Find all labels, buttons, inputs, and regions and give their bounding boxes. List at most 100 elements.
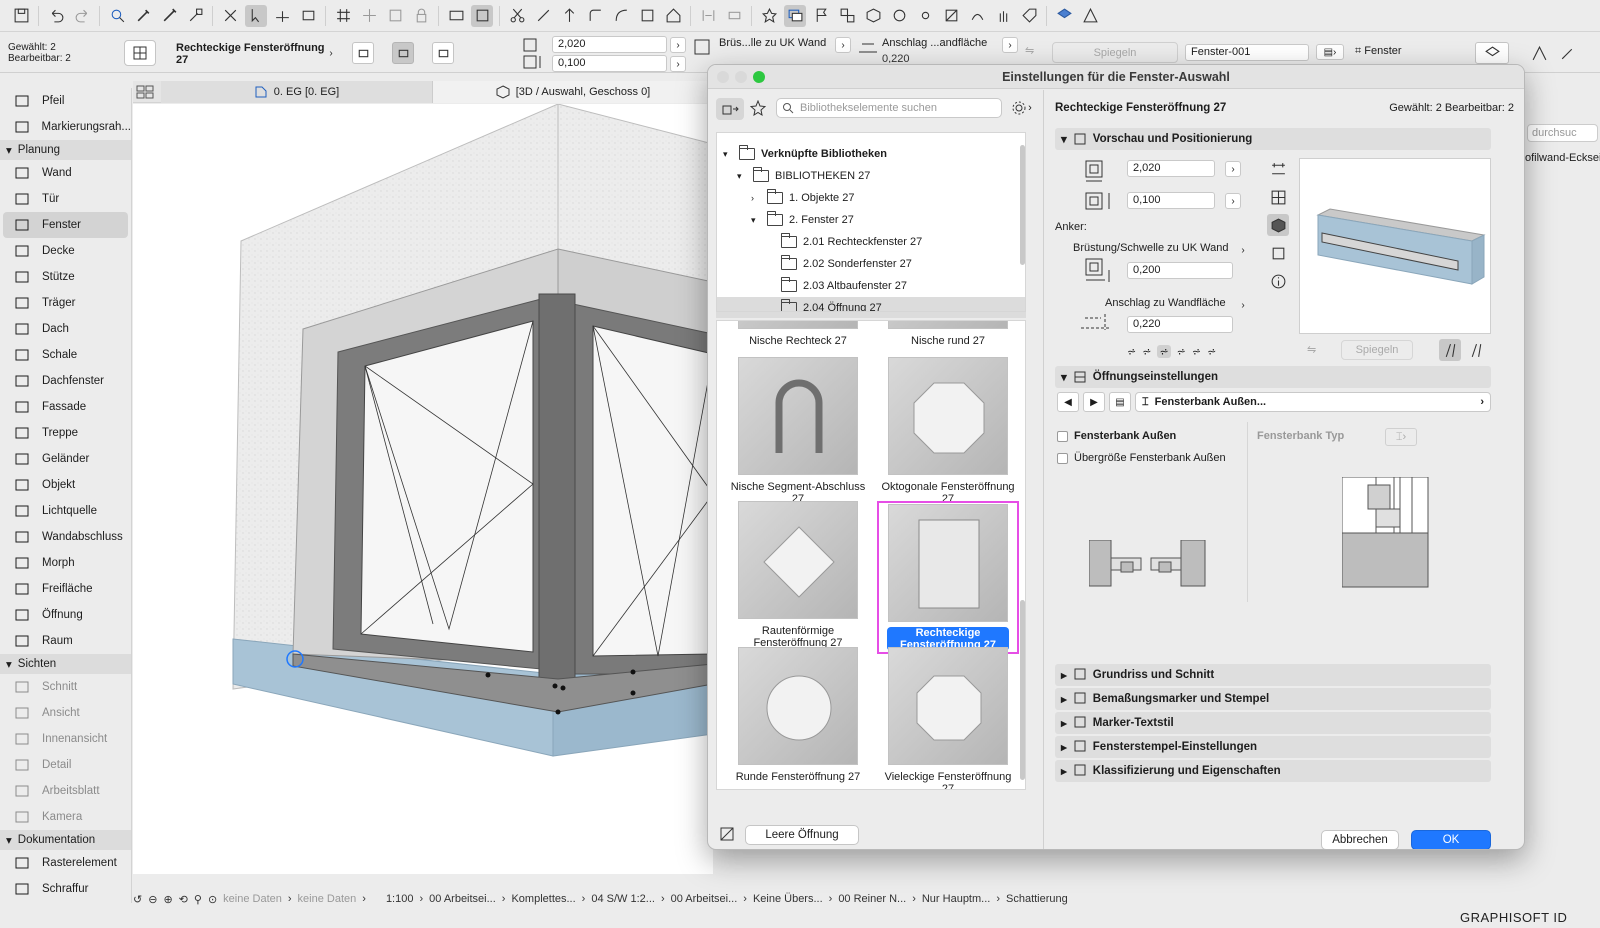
toolbox-item-skylight[interactable]: Dachfenster — [0, 368, 131, 394]
status-layer[interactable]: 00 Arbeitsei... — [429, 893, 496, 905]
outer-sill-checkbox[interactable] — [1057, 430, 1068, 442]
pen-icon[interactable] — [1556, 42, 1578, 64]
toolbox-item-zone-fill[interactable]: Freifläche — [0, 576, 131, 602]
3d-preview-icon[interactable] — [1267, 214, 1289, 236]
3d-view-icon[interactable] — [862, 5, 884, 27]
library-options-button[interactable]: › — [1008, 98, 1036, 118]
section-collapsed[interactable]: ▸ Bemaßungsmarker und Stempel — [1055, 688, 1491, 710]
grid-scrollbar[interactable] — [1020, 600, 1025, 780]
page-list-icon[interactable]: ▤ — [1109, 392, 1131, 412]
plan-view-icon[interactable] — [1267, 186, 1289, 208]
section-planung[interactable]: ▾ Planung — [0, 140, 131, 160]
toolbox-item-camera[interactable]: Kamera — [0, 804, 131, 830]
tree-item[interactable]: ▾ 2. Fenster 27 — [717, 209, 1025, 231]
chevron-right-icon[interactable]: › — [743, 893, 747, 905]
chevron-right-icon[interactable]: › — [1002, 37, 1018, 53]
minimize-window-button[interactable] — [735, 71, 747, 83]
toolbox-item-worksheet[interactable]: Arbeitsblatt — [0, 778, 131, 804]
chevron-right-icon[interactable]: › — [912, 893, 916, 905]
tree-item[interactable]: ▾ BIBLIOTHEKEN 27 — [717, 165, 1025, 187]
hotspot[interactable] — [485, 672, 491, 678]
tab-overview-icon[interactable] — [136, 84, 154, 103]
tree-item[interactable]: 2.04 Öffnung 27 — [717, 297, 1025, 311]
anchor-left-icon[interactable] — [352, 42, 374, 64]
chevron-right-icon[interactable]: › — [323, 45, 339, 61]
sun-icon[interactable] — [914, 5, 936, 27]
toolbox-item-hatch[interactable]: Schraffur — [0, 876, 131, 902]
element-settings-button[interactable] — [124, 40, 156, 66]
toolbox-item-marquee[interactable]: Markierungsrah... — [0, 114, 131, 140]
status-model[interactable]: Nur Hauptm... — [922, 893, 990, 905]
anchor-option-icon[interactable]: ⩫ — [1157, 345, 1171, 358]
chevron-right-icon[interactable]: › — [670, 56, 686, 72]
hand-icon[interactable] — [992, 5, 1014, 27]
publish-icon[interactable] — [1079, 5, 1101, 27]
fillet-icon[interactable] — [584, 5, 606, 27]
chevron-right-icon[interactable]: › — [996, 893, 1000, 905]
toolbox-item-roof[interactable]: Dach — [0, 316, 131, 342]
undo-icon[interactable] — [45, 5, 67, 27]
tree-scrollbar[interactable] — [1020, 145, 1025, 265]
library-item[interactable]: Oktogonale Fensteröffnung 27 — [877, 357, 1019, 505]
chevron-right-icon[interactable]: › — [829, 893, 833, 905]
chevron-right-icon[interactable]: › — [1235, 242, 1251, 258]
undo-view-icon[interactable]: ↺ — [133, 893, 142, 906]
snap-icon[interactable] — [219, 5, 241, 27]
navigator-item[interactable]: ofilwand-Eck — [1525, 146, 1587, 169]
anchor-center-icon[interactable] — [392, 42, 414, 64]
syringe-icon[interactable] — [158, 5, 180, 27]
anchor-option-icon[interactable]: ⩫ — [1192, 345, 1201, 358]
status-scale[interactable]: 1:100 — [386, 893, 414, 905]
library-item[interactable]: Runde Fensteröffnung 27 — [727, 647, 869, 783]
toolbox-item-opening[interactable]: Öffnung — [0, 602, 131, 628]
oversize-sill-option[interactable]: Übergröße Fensterbank Außen — [1057, 452, 1226, 464]
chevron-right-icon[interactable]: › — [661, 893, 665, 905]
sill-type-button[interactable]: ⌶› — [1385, 428, 1417, 446]
chevron-right-icon[interactable]: › — [1235, 297, 1251, 313]
toolbox-item-stair[interactable]: Treppe — [0, 420, 131, 446]
sill-field[interactable]: 0,200 — [1127, 262, 1233, 279]
toolbox-item-interior-elevation[interactable]: Innenansicht — [0, 726, 131, 752]
navigator-search[interactable]: durchsuc — [1527, 124, 1598, 142]
flag-icon[interactable] — [810, 5, 832, 27]
chevron-right-icon[interactable]: › — [1225, 161, 1241, 177]
eyedropper-icon[interactable] — [132, 5, 154, 27]
status-override[interactable]: Keine Übers... — [753, 893, 823, 905]
anchor-option-icon[interactable]: ⩫ — [1177, 345, 1186, 358]
id-field[interactable]: Fenster-001 — [1185, 44, 1309, 61]
tree-item[interactable]: ▾ Verknüpfte Bibliotheken — [717, 143, 1025, 165]
chevron-right-icon[interactable]: › — [670, 37, 686, 53]
chevron-right-icon[interactable]: › — [419, 893, 423, 905]
toolbox-item-wall[interactable]: Wand — [0, 160, 131, 186]
library-item[interactable]: Vieleckige Fensteröffnung 27 — [877, 647, 1019, 789]
section-collapsed[interactable]: ▸ Fensterstempel-Einstellungen — [1055, 736, 1491, 758]
section-collapsed[interactable]: ▸ Grundriss und Schnitt — [1055, 664, 1491, 686]
id-menu-button[interactable]: ▤› — [1316, 44, 1344, 60]
morph-tool-icon[interactable] — [966, 5, 988, 27]
reveal-field[interactable]: 0,220 — [1127, 316, 1233, 333]
structure-icon[interactable] — [836, 5, 858, 27]
chevron-down-icon[interactable]: ▾ — [737, 171, 747, 182]
snap-guide-icon[interactable] — [297, 5, 319, 27]
hotspot[interactable] — [630, 669, 636, 675]
outer-sill-option[interactable]: Fensterbank Außen — [1057, 430, 1176, 442]
teamwork-reserve-icon[interactable] — [1475, 42, 1509, 64]
toolbox-item-morph[interactable]: Morph — [0, 550, 131, 576]
dimension-icon[interactable] — [445, 5, 467, 27]
chevron-right-icon[interactable]: › — [751, 193, 761, 203]
chevron-right-icon[interactable]: › — [362, 893, 366, 905]
toolbox-item-object[interactable]: Objekt — [0, 472, 131, 498]
grid-icon[interactable] — [332, 5, 354, 27]
render-icon[interactable] — [888, 5, 910, 27]
structure-display-icon[interactable] — [1528, 42, 1550, 64]
tree-item[interactable]: 2.01 Rechteckfenster 27 — [717, 231, 1025, 253]
oversize-sill-checkbox[interactable] — [1057, 452, 1068, 464]
save-icon[interactable] — [10, 5, 32, 27]
status-pen[interactable]: 04 S/W 1:2... — [591, 893, 655, 905]
width-field[interactable]: 0,100 — [1127, 192, 1215, 209]
house-icon[interactable] — [662, 5, 684, 27]
section-view-icon[interactable] — [1267, 242, 1289, 264]
zoom-fit-icon[interactable]: ⊙ — [208, 893, 217, 906]
section-sichten[interactable]: ▾ Sichten — [0, 654, 131, 674]
pointer-mode-icon[interactable] — [245, 4, 267, 27]
